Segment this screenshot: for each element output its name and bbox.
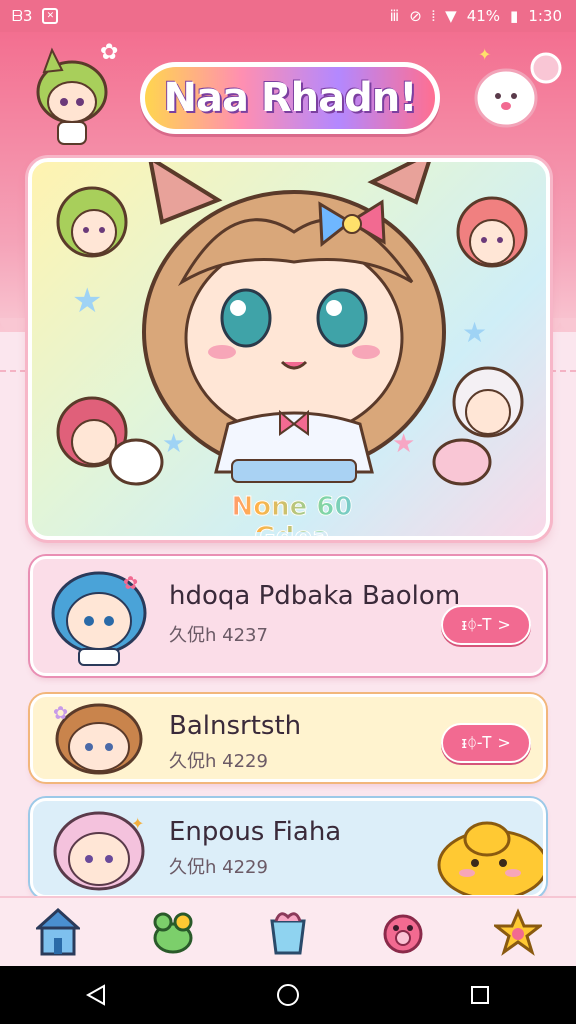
nav-home[interactable] — [30, 904, 86, 960]
list-card-2[interactable]: ✿ Balnsrtsth 久㑆h 4229 ᵻᛰ-Ꭲ > — [30, 694, 546, 782]
list-card-1[interactable]: ✿ hdoqa Pdbaka Baolom 久㑆h 4237 ᵻᛰ-Ꭲ > — [30, 556, 546, 676]
avatar-pink-hair: ✦ — [53, 811, 145, 891]
notification-icon: ✕ — [42, 8, 59, 24]
bottom-navigation — [0, 896, 576, 966]
card-action-button[interactable]: ᵻᛰ-Ꭲ > — [441, 723, 531, 763]
cup-icon — [270, 912, 306, 955]
ghost-bunny-icon: ✦ — [474, 45, 562, 128]
hero-card[interactable]: ★ ★ ★ ★ None 60 Gdea — [28, 158, 550, 540]
home-button[interactable] — [258, 975, 318, 1015]
avatar-brown-hair: ✿ — [53, 703, 143, 775]
svg-text:✿: ✿ — [53, 703, 68, 724]
back-triangle-icon — [85, 984, 105, 1006]
card-title: Balnsrtsth — [169, 711, 302, 741]
card-title: Enpous Fiaha — [169, 817, 342, 847]
pig-icon — [383, 914, 423, 954]
svg-text:✦: ✦ — [131, 814, 144, 833]
svg-text:★: ★ — [72, 281, 102, 321]
recents-button[interactable] — [450, 975, 510, 1015]
wifi-icon: ▼ — [445, 7, 457, 25]
system-navigation-bar — [0, 966, 576, 1024]
nav-friends[interactable] — [145, 904, 201, 960]
battery-level: 41% — [466, 7, 501, 25]
svg-text:★: ★ — [462, 316, 487, 349]
nav-pets[interactable] — [375, 904, 431, 960]
star-badge-icon — [494, 908, 543, 956]
card-meta: 久㑆h 4237 — [169, 625, 268, 646]
card-title: hdoqa Pdbaka Baolom — [169, 581, 461, 611]
card-meta: 久㑆h 4229 — [169, 857, 268, 878]
battery-icon: ▮ — [510, 7, 519, 25]
clock: 1:30 — [528, 7, 562, 25]
list-card-3[interactable]: ✦ Enpous Fiaha 久㑆h 4229 — [30, 798, 546, 898]
hero-caption: None 60 Gdea — [192, 492, 392, 537]
status-bar: ᗷ3 ✕ ⅲ ⊘ ⦙ ▼ 41% ▮ 1:30 — [0, 0, 576, 32]
back-button[interactable] — [66, 975, 126, 1015]
recents-square-icon — [471, 986, 489, 1004]
app-title: Naa Rhadn! — [140, 62, 440, 134]
status-left-text: ᗷ3 — [12, 7, 33, 25]
vibrate-icon: ⅲ — [389, 7, 400, 25]
svg-text:✦: ✦ — [478, 45, 491, 64]
frog-icon — [153, 912, 193, 954]
card-action-button[interactable]: ᵻᛰ-Ꭲ > — [441, 605, 531, 645]
alarm-icon: ⊘ — [409, 7, 422, 25]
card-meta: 久㑆h 4229 — [169, 751, 268, 772]
house-icon — [35, 908, 80, 956]
home-circle-icon — [277, 984, 299, 1006]
svg-text:✿: ✿ — [123, 573, 138, 594]
svg-text:★: ★ — [162, 429, 185, 459]
sparkle-icon: ✿ — [100, 40, 119, 65]
nav-rewards[interactable] — [490, 904, 546, 960]
hero-illustration: ★ ★ ★ ★ — [56, 162, 528, 486]
signal-icon: ⦙ — [431, 7, 436, 25]
yellow-blob-mascot-icon — [437, 821, 543, 895]
nav-shop[interactable] — [260, 904, 316, 960]
avatar-blue-hair: ✿ — [51, 571, 147, 666]
